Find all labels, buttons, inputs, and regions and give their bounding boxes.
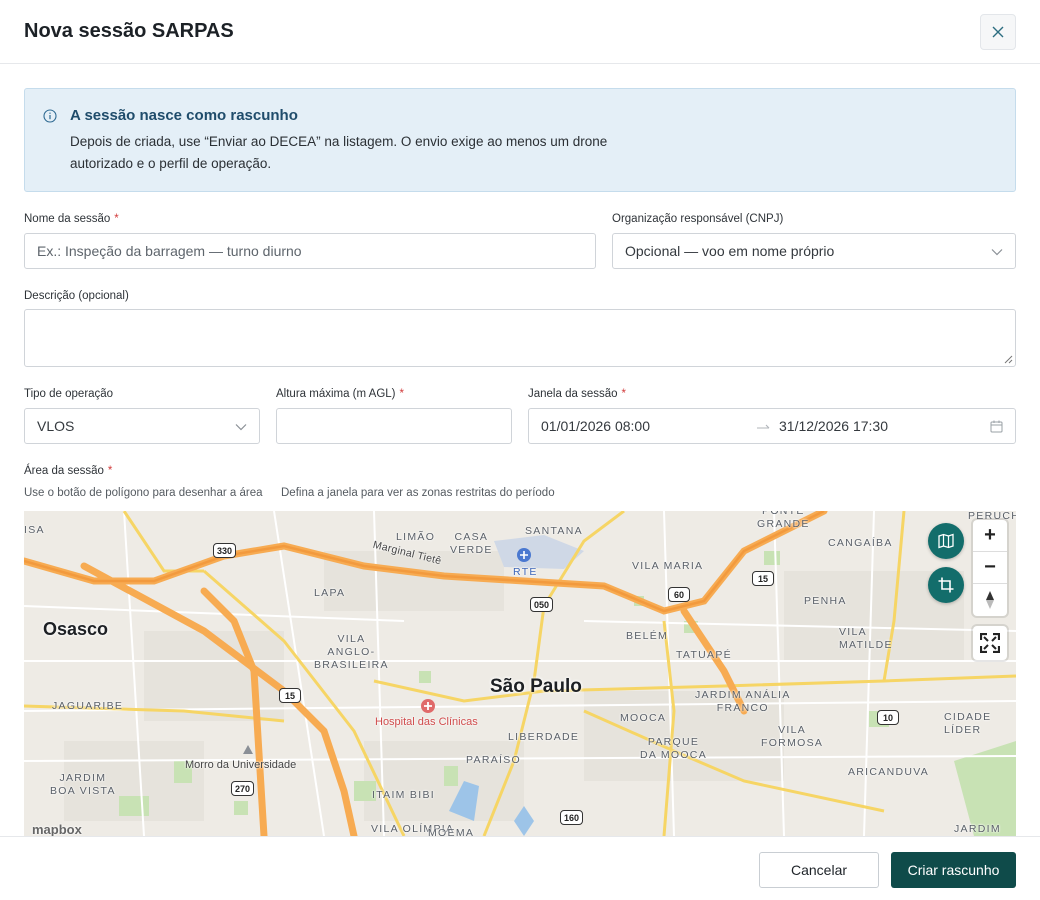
map-label-moema: MOEMA — [428, 827, 475, 836]
map-label-jardim-analia-franco: JARDIM ANÁLIA FRANCO — [695, 689, 791, 714]
map-icon — [938, 533, 954, 549]
info-icon — [43, 109, 57, 123]
chevron-down-icon — [991, 249, 1003, 256]
map-label-lapa: LAPA — [314, 587, 346, 599]
alert-title: A sessão nasce como rascunho — [70, 107, 298, 124]
map-label-airport-rte: RTE — [513, 566, 538, 578]
close-button[interactable] — [980, 14, 1016, 50]
map-label-liberdade: LIBERDADE — [508, 731, 580, 743]
map-label-mooca: MOOCA — [620, 712, 667, 724]
session-name-input[interactable]: Ex.: Inspeção da barragem — turno diurno — [24, 233, 596, 269]
session-window-range-picker[interactable]: 01/01/2026 08:00 31/12/2026 17:30 — [528, 408, 1016, 444]
operation-type-select[interactable]: VLOS — [24, 408, 260, 444]
zoom-out-button[interactable]: − — [973, 552, 1007, 584]
route-shield: 60 — [668, 587, 690, 602]
modal-footer: Cancelar Criar rascunho — [0, 836, 1040, 900]
map-label-aricanduva: ARICANDUVA — [848, 766, 930, 778]
route-shield: 050 — [530, 597, 554, 612]
route-shield: 10 — [877, 710, 899, 725]
draw-polygon-button[interactable] — [928, 567, 964, 603]
arrow-right-icon — [757, 424, 770, 429]
compass-button[interactable] — [973, 584, 1007, 616]
polygon-hint: Use o botão de polígono para desenhar a … — [24, 487, 263, 499]
area-label: Área da sessão * — [24, 465, 113, 477]
organization-select[interactable]: Opcional — voo em nome próprio — [612, 233, 1016, 269]
fullscreen-button[interactable] — [973, 626, 1007, 660]
map-label-penha: PENHA — [804, 595, 847, 607]
description-textarea[interactable] — [24, 309, 1016, 367]
draft-info-alert: A sessão nasce como rascunho Depois de c… — [24, 88, 1016, 192]
cancel-button[interactable]: Cancelar — [759, 852, 879, 888]
map-label-cidade-lider: CIDADE LÍDER — [944, 711, 992, 736]
zoom-in-button[interactable]: + — [973, 520, 1007, 552]
description-label: Descrição (opcional) — [24, 290, 129, 302]
map-label-jaguaribe: JAGUARIBE — [52, 700, 124, 712]
resize-handle-icon[interactable] — [1004, 355, 1013, 364]
crop-polygon-icon — [938, 577, 954, 593]
map-label-jardim-boa-vista: JARDIM BOA VISTA — [50, 772, 116, 797]
fullscreen-icon — [980, 633, 1000, 653]
map-label-vila-formosa: VILA FORMOSA — [761, 724, 824, 749]
session-name-label: Nome da sessão * — [24, 213, 119, 225]
window-hint: Defina a janela para ver as zonas restri… — [281, 487, 555, 499]
organization-label: Organização responsável (CNPJ) — [612, 213, 784, 225]
map-label-vila-maria: VILA MARIA — [632, 560, 704, 572]
required-marker: * — [399, 388, 404, 400]
map-label-itaim-bibi: ITAIM BIBI — [372, 789, 435, 801]
map-label-paraiso: PARAÍSO — [466, 754, 522, 766]
map-label-vila-anglo-brasileira: VILA ANGLO- BRASILEIRA — [314, 633, 389, 671]
map-label-santana: SANTANA — [525, 525, 583, 537]
map-label-hospital: Hospital das Clínicas — [375, 716, 478, 728]
modal-header: Nova sessão SARPAS — [0, 0, 1040, 64]
window-end-value[interactable]: 31/12/2026 17:30 — [779, 418, 888, 434]
session-area-map[interactable]: ISA LIMÃO CASA VERDE SANTANA PARQUE PERU… — [24, 511, 1016, 836]
mapbox-logo: mapbox — [32, 822, 82, 836]
map-label-cangaiba: CANGAÍBA — [828, 537, 893, 549]
map-label-osasco: Osasco — [43, 619, 109, 639]
window-label: Janela da sessão * — [528, 388, 626, 400]
basemap-toggle-button[interactable] — [928, 523, 964, 559]
map-label-vila-matilde: VILA MATILDE — [839, 626, 893, 651]
altitude-input[interactable] — [276, 408, 512, 444]
session-name-placeholder: Ex.: Inspeção da barragem — turno diurno — [37, 243, 302, 259]
modal-title: Nova sessão SARPAS — [24, 20, 234, 42]
map-label-ponte-grande: PONTE GRANDE — [757, 511, 810, 530]
map-label-belem: BELÉM — [626, 630, 669, 642]
route-shield: 160 — [560, 810, 584, 825]
map-label-morro-universidade: Morro da Universidade — [185, 759, 297, 771]
altitude-label: Altura máxima (m AGL) * — [276, 388, 404, 400]
route-shield: 270 — [231, 781, 255, 796]
required-marker: * — [107, 465, 113, 477]
operation-type-value: VLOS — [37, 418, 75, 434]
zoom-controls: + − — [973, 520, 1007, 616]
map-label-casa-verde: CASA VERDE — [450, 531, 493, 556]
required-marker: * — [621, 388, 626, 400]
window-start-value[interactable]: 01/01/2026 08:00 — [541, 418, 650, 434]
required-marker: * — [114, 213, 119, 225]
operation-type-label: Tipo de operação — [24, 388, 114, 400]
route-shield: 330 — [213, 543, 237, 558]
chevron-down-icon — [235, 424, 247, 431]
map-label-parque-da-mooca: PARQUE DA MOOCA — [640, 736, 707, 761]
map-label-sao-paulo: São Paulo — [490, 676, 582, 697]
map-label-jardim-south: JARDIM — [954, 823, 1001, 835]
organization-value: Opcional — voo em nome próprio — [625, 243, 835, 259]
calendar-icon — [990, 420, 1003, 433]
map-basemap[interactable] — [24, 511, 1016, 836]
map-label-limao: LIMÃO — [396, 531, 436, 543]
compass-icon — [986, 591, 994, 609]
map-label-isa-partial: ISA — [24, 524, 45, 536]
route-shield: 15 — [279, 688, 301, 703]
close-icon — [992, 26, 1004, 38]
create-draft-button[interactable]: Criar rascunho — [891, 852, 1016, 888]
route-shield: 15 — [752, 571, 774, 586]
alert-body: Depois de criada, use “Enviar ao DECEA” … — [70, 134, 608, 171]
map-label-tatuape: TATUAPÉ — [676, 649, 732, 661]
